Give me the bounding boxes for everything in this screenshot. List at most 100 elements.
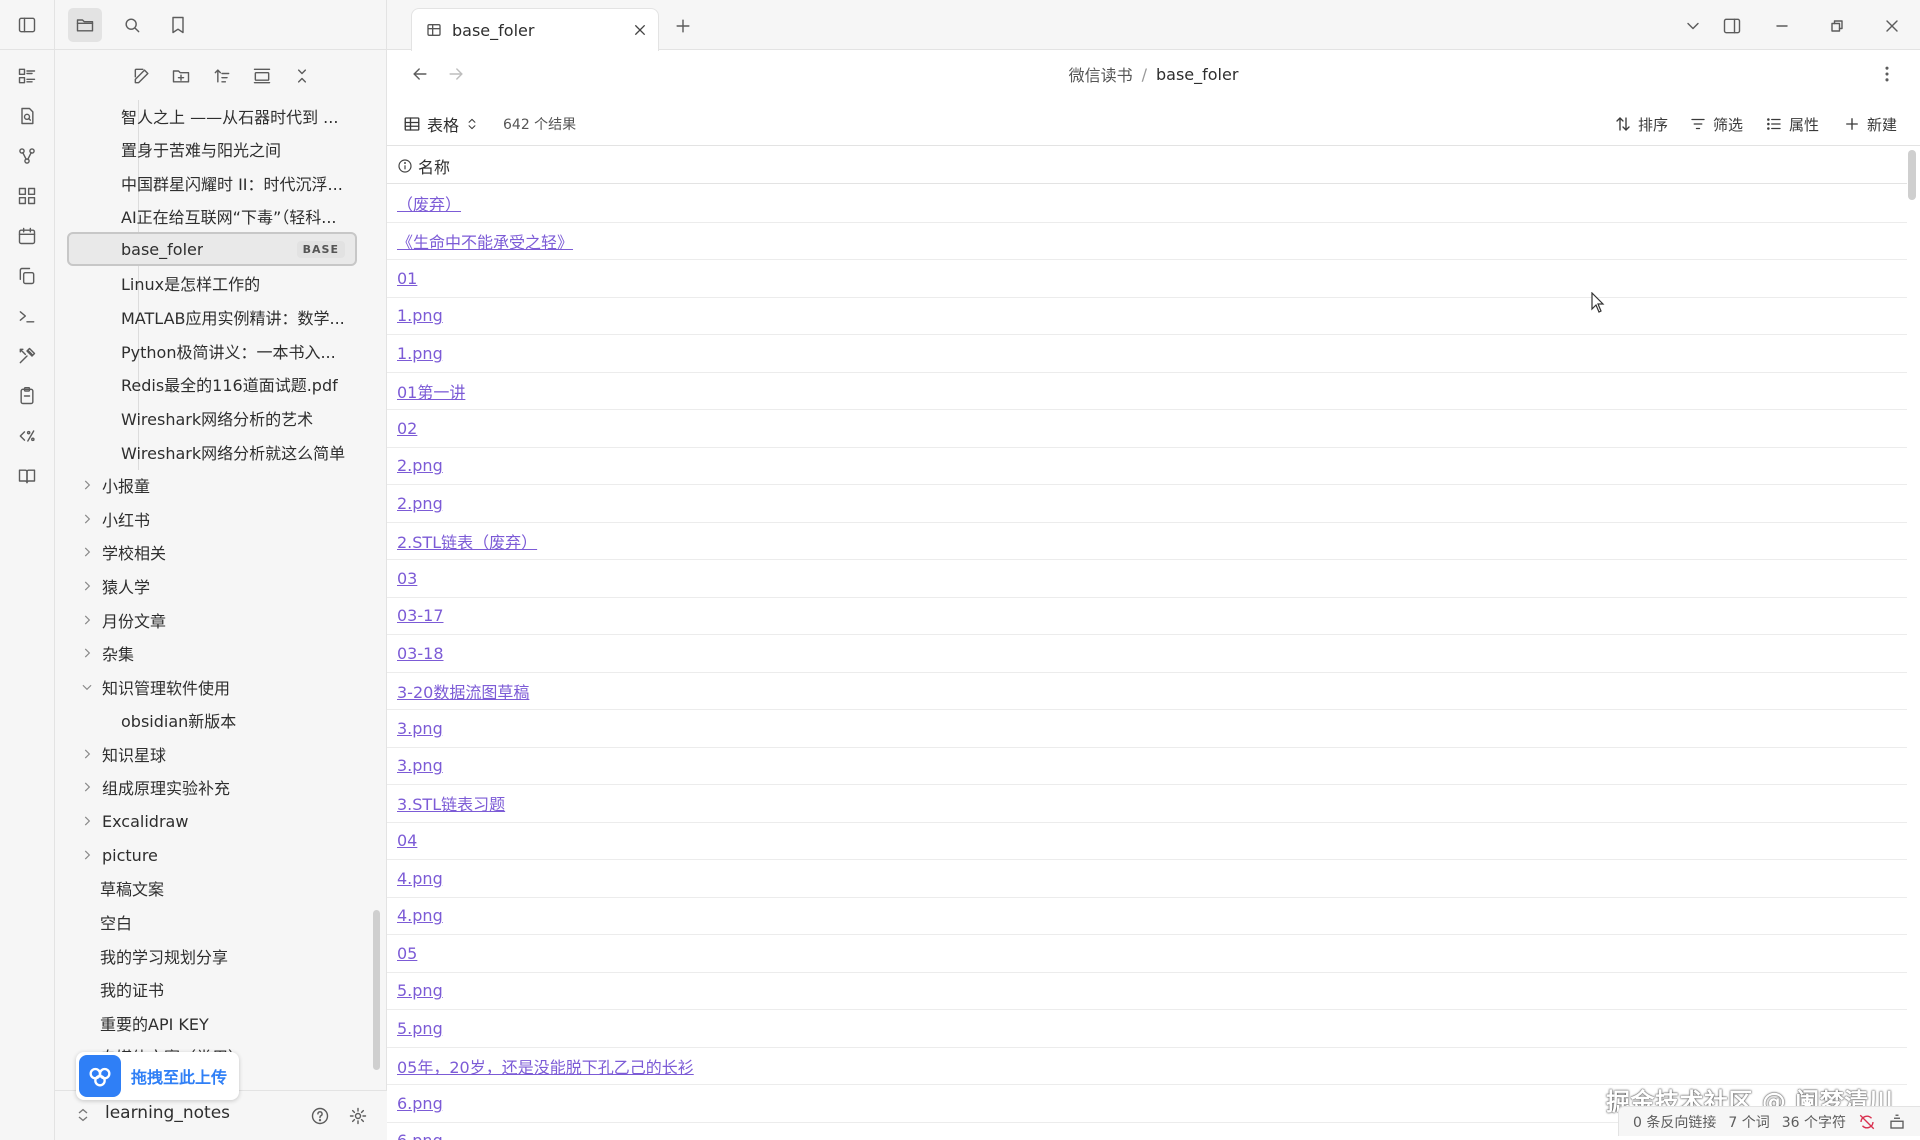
help-icon[interactable] <box>303 1099 337 1133</box>
file-link[interactable]: 3-20数据流图草稿 <box>397 679 529 703</box>
file-link[interactable]: （废弃） <box>397 191 461 215</box>
close-tab-icon[interactable] <box>632 22 648 38</box>
file-link[interactable]: 《生命中不能承受之轻》 <box>397 229 573 253</box>
file-link[interactable]: 04 <box>397 831 417 850</box>
new-folder-icon[interactable] <box>164 59 198 93</box>
tools-icon[interactable] <box>10 339 44 373</box>
clipboard-icon[interactable] <box>10 379 44 413</box>
graph-view-icon[interactable] <box>10 139 44 173</box>
file-link[interactable]: 6.png <box>397 1131 443 1140</box>
file-item[interactable]: 置身于苦难与阳光之间 <box>67 133 360 165</box>
file-item[interactable]: Python极简讲义：一本书入... <box>67 335 360 367</box>
folder-item-expanded[interactable]: 知识管理软件使用 <box>67 671 360 703</box>
breadcrumb-current[interactable]: base_foler <box>1156 65 1238 84</box>
table-scrollbar[interactable] <box>1908 150 1916 200</box>
toggle-right-sidebar-icon[interactable] <box>1715 9 1749 43</box>
file-item[interactable]: 草稿文案 <box>67 872 360 904</box>
file-item[interactable]: 重要的API KEY <box>67 1007 360 1039</box>
folder-item[interactable]: 学校相关 <box>67 536 360 568</box>
file-link[interactable]: 5.png <box>397 1019 443 1038</box>
tab-list-chevron-icon[interactable] <box>1676 9 1710 43</box>
file-item[interactable]: AI正在给互联网“下毒”（轻科... <box>67 200 360 232</box>
file-item[interactable]: MATLAB应用实例精讲：数学... <box>67 301 360 333</box>
file-link[interactable]: 6.png <box>397 1094 443 1113</box>
file-link[interactable]: 01 <box>397 269 417 288</box>
file-link[interactable]: 3.png <box>397 719 443 738</box>
file-link[interactable]: 3.STL链表习题 <box>397 791 505 815</box>
vault-switch-icon[interactable] <box>75 1105 91 1125</box>
folder-item[interactable]: picture <box>67 839 360 871</box>
file-link[interactable]: 2.STL链表（废弃） <box>397 529 537 553</box>
file-item[interactable]: 空白 <box>67 906 360 938</box>
vault-name[interactable]: learning_notes <box>105 1103 230 1123</box>
file-link[interactable]: 2.png <box>397 456 443 475</box>
new-note-icon[interactable] <box>125 59 159 93</box>
file-link[interactable]: 05 <box>397 944 417 963</box>
properties-button[interactable]: 属性 <box>1765 108 1819 140</box>
toggle-sidebar-icon[interactable] <box>10 8 44 42</box>
sidebar-scrollbar[interactable] <box>373 910 380 1070</box>
file-item[interactable]: 智人之上 ——从石器时代到 ... <box>67 100 360 132</box>
column-header-name[interactable]: 名称 <box>418 154 450 178</box>
folder-item[interactable]: 小红书 <box>67 503 360 535</box>
file-item[interactable]: 我的证书 <box>67 973 360 1005</box>
view-switcher[interactable]: 表格 <box>403 108 479 140</box>
file-link[interactable]: 03-17 <box>397 606 444 625</box>
file-link[interactable]: 3.png <box>397 756 443 775</box>
filter-button[interactable]: 筛选 <box>1689 108 1743 140</box>
file-search-icon[interactable] <box>10 99 44 133</box>
folder-item[interactable]: 知识星球 <box>67 738 360 770</box>
file-item[interactable]: Linux是怎样工作的 <box>67 267 360 299</box>
new-tab-icon[interactable] <box>666 9 700 43</box>
file-link[interactable]: 4.png <box>397 869 443 888</box>
breadcrumb-parent[interactable]: 微信读书 <box>1069 62 1133 86</box>
file-link[interactable]: 03-18 <box>397 644 444 663</box>
file-item[interactable]: 我的学习规划分享 <box>67 940 360 972</box>
forward-arrow-icon[interactable] <box>439 57 473 91</box>
sort-button[interactable]: 排序 <box>1614 108 1668 140</box>
folder-item[interactable]: Excalidraw <box>67 805 360 837</box>
restore-icon[interactable] <box>1820 9 1854 43</box>
template-icon[interactable] <box>10 419 44 453</box>
folder-item[interactable]: 组成原理实验补充 <box>67 771 360 803</box>
folder-item[interactable]: 小报童 <box>67 469 360 501</box>
file-link[interactable]: 01第一讲 <box>397 379 465 403</box>
tab-base-foler[interactable]: base_foler <box>411 8 659 51</box>
file-link[interactable]: 1.png <box>397 306 443 325</box>
file-item-selected[interactable]: base_foler BASE <box>67 232 357 266</box>
file-link[interactable]: 02 <box>397 419 417 438</box>
folder-item[interactable]: 月份文章 <box>67 604 360 636</box>
collapse-all-icon[interactable] <box>285 59 319 93</box>
bookmark-icon[interactable] <box>161 8 195 42</box>
file-link[interactable]: 5.png <box>397 981 443 1000</box>
search-icon[interactable] <box>115 8 149 42</box>
sort-order-icon[interactable] <box>205 59 239 93</box>
folder-item[interactable]: 猿人学 <box>67 570 360 602</box>
auto-reveal-icon[interactable] <box>245 59 279 93</box>
back-arrow-icon[interactable] <box>403 57 437 91</box>
file-link[interactable]: 03 <box>397 569 417 588</box>
file-item[interactable]: obsidian新版本 <box>67 704 360 736</box>
copy-icon[interactable] <box>10 259 44 293</box>
folder-item[interactable]: 杂集 <box>67 637 360 669</box>
file-item[interactable]: Wireshark网络分析就这么简单 <box>67 436 360 468</box>
upload-drop-button[interactable]: 拖拽至此上传 <box>76 1052 239 1100</box>
file-link[interactable]: 05年，20岁，还是没能脱下孔乙己的长衫 <box>397 1054 694 1078</box>
canvas-icon[interactable] <box>10 179 44 213</box>
minimize-icon[interactable] <box>1765 9 1799 43</box>
settings-icon[interactable] <box>341 1099 375 1133</box>
file-link[interactable]: 4.png <box>397 906 443 925</box>
file-link[interactable]: 2.png <box>397 494 443 513</box>
file-item[interactable]: 中国群星闪耀时 II：时代沉浮... <box>67 167 360 199</box>
calendar-icon[interactable] <box>10 219 44 253</box>
inbox-icon[interactable] <box>1888 1113 1906 1131</box>
new-button[interactable]: 新建 <box>1843 108 1897 140</box>
more-options-icon[interactable] <box>1870 57 1904 91</box>
close-window-icon[interactable] <box>1875 9 1909 43</box>
sync-off-icon[interactable] <box>1858 1113 1876 1131</box>
status-backlinks[interactable]: 0 条反向链接 <box>1633 1112 1716 1132</box>
folder-icon[interactable] <box>68 8 102 42</box>
book-open-icon[interactable] <box>10 459 44 493</box>
grid-list-icon[interactable] <box>10 59 44 93</box>
file-item[interactable]: Wireshark网络分析的艺术 <box>67 402 360 434</box>
